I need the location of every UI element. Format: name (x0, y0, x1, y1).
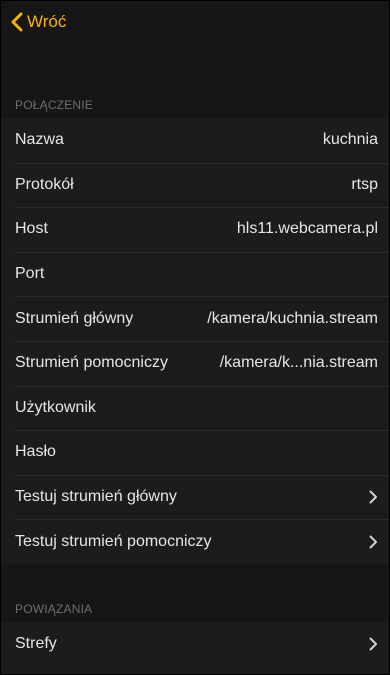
navigation-bar: Wróć (0, 0, 390, 44)
test-aux-stream-label: Testuj strumień pomocniczy (15, 532, 212, 550)
row-main-stream[interactable]: Strumień główny /kamera/kuchnia.stream (0, 296, 390, 341)
test-main-stream-label: Testuj strumień główny (15, 488, 177, 506)
section-header-connection: POŁĄCZENIE (0, 88, 390, 118)
chevron-right-icon (369, 637, 377, 651)
back-button[interactable]: Wróć (10, 0, 66, 44)
row-zones[interactable]: Strefy (0, 621, 390, 667)
section-gap (0, 563, 390, 594)
main-stream-label: Strumień główny (15, 309, 134, 327)
row-test-main-stream[interactable]: Testuj strumień główny (0, 474, 390, 520)
host-value: hls11.webcamera.pl (236, 220, 378, 238)
row-port[interactable]: Port (0, 251, 390, 297)
navbar-spacer (0, 44, 390, 88)
main-stream-value: /kamera/kuchnia.stream (207, 309, 378, 327)
chevron-left-icon (11, 12, 23, 32)
settings-screen: Wróć POŁĄCZENIE Nazwa kuchnia Protokół r… (0, 0, 390, 675)
protocol-value: rtsp (351, 175, 378, 193)
chevron-right-icon (369, 490, 377, 504)
chevron-right-icon (369, 535, 377, 549)
row-aux-stream[interactable]: Strumień pomocniczy /kamera/k...nia.stre… (0, 340, 390, 386)
row-password[interactable]: Hasło (0, 430, 390, 475)
aux-stream-label: Strumień pomocniczy (15, 354, 168, 372)
section-header-relations: POWIĄZANIA (0, 593, 390, 622)
name-label: Nazwa (15, 131, 64, 149)
zones-label: Strefy (15, 635, 57, 653)
user-label: Użytkownik (15, 398, 96, 416)
name-value: kuchnia (322, 131, 378, 149)
protocol-label: Protokół (15, 175, 74, 193)
port-label: Port (15, 265, 45, 283)
aux-stream-value: /kamera/k...nia.stream (219, 354, 378, 372)
row-name[interactable]: Nazwa kuchnia (0, 118, 390, 163)
row-test-aux-stream[interactable]: Testuj strumień pomocniczy (0, 519, 390, 564)
back-button-label: Wróć (27, 12, 67, 31)
host-label: Host (15, 220, 48, 238)
row-protocol[interactable]: Protokół rtsp (0, 162, 390, 208)
row-user[interactable]: Użytkownik (0, 385, 390, 431)
password-label: Hasło (15, 443, 56, 461)
row-host[interactable]: Host hls11.webcamera.pl (0, 207, 390, 252)
